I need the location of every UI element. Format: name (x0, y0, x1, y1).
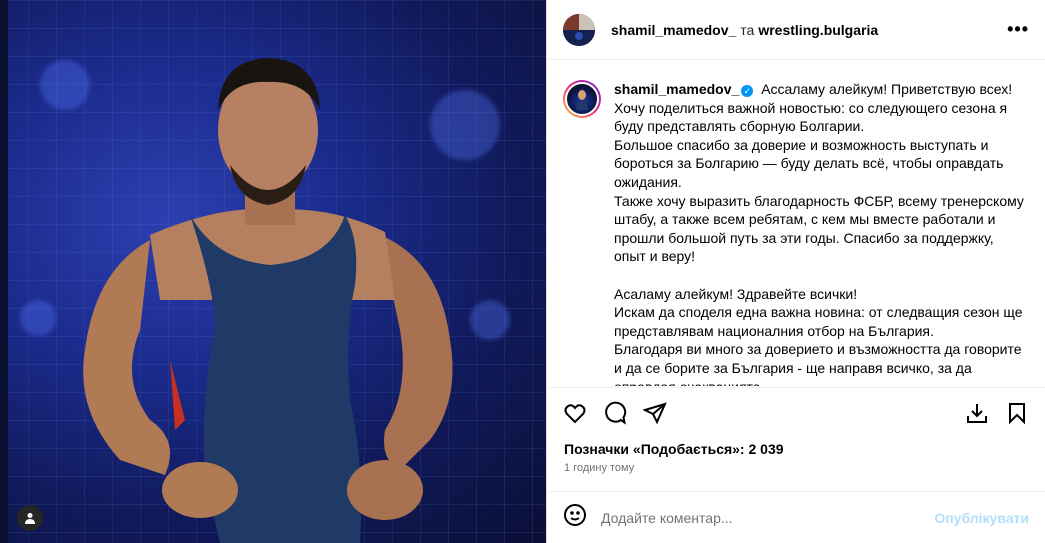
wrestler-figure (83, 58, 453, 543)
post-photo[interactable] (0, 0, 546, 543)
verified-icon: ✓ (741, 85, 754, 97)
collaborator-link[interactable]: wrestling.bulgaria (758, 22, 878, 38)
heart-icon[interactable] (563, 401, 587, 425)
send-icon[interactable] (642, 401, 667, 425)
author-link[interactable]: shamil_mamedov_ (611, 22, 736, 38)
comment-icon[interactable] (603, 401, 627, 425)
tagged-users-button[interactable] (17, 505, 43, 531)
post-authors: shamil_mamedov_ та wrestling.bulgaria (611, 22, 878, 38)
and-text: та (740, 21, 755, 38)
caption-area: shamil_mamedov_ ✓ Ассаламу алейкум! Приве… (547, 61, 1045, 386)
collab-avatar-image (563, 13, 595, 46)
comment-bar: Опублікувати (547, 491, 1045, 543)
post-timestamp[interactable]: 1 годину тому (564, 462, 634, 474)
likes-count[interactable]: Позначки «Подобається»: 2 039 (564, 441, 784, 457)
wrestler-avatar-image (576, 90, 588, 110)
more-options-button[interactable]: ••• (1007, 19, 1029, 40)
actions-bar (547, 387, 1045, 437)
caption-text: shamil_mamedov_ ✓ Ассаламу алейкум! Приве… (614, 80, 1029, 386)
post-comment-button[interactable]: Опублікувати (934, 510, 1029, 526)
caption-username[interactable]: shamil_mamedov_ (614, 81, 739, 97)
download-icon[interactable] (965, 401, 989, 425)
post-detail-panel: shamil_mamedov_ та wrestling.bulgaria ••… (546, 0, 1045, 543)
post-header: shamil_mamedov_ та wrestling.bulgaria ••… (547, 0, 1045, 60)
comment-input[interactable] (601, 509, 921, 526)
author-avatar[interactable] (563, 80, 601, 118)
avatar-image (565, 82, 599, 116)
bookmark-icon[interactable] (1005, 401, 1029, 425)
caption-body: Ассаламу алейкум! Приветствую всех! Хочу… (614, 81, 1024, 386)
emoji-icon[interactable] (563, 503, 587, 532)
user-icon (25, 513, 35, 524)
avatar[interactable] (563, 13, 595, 46)
